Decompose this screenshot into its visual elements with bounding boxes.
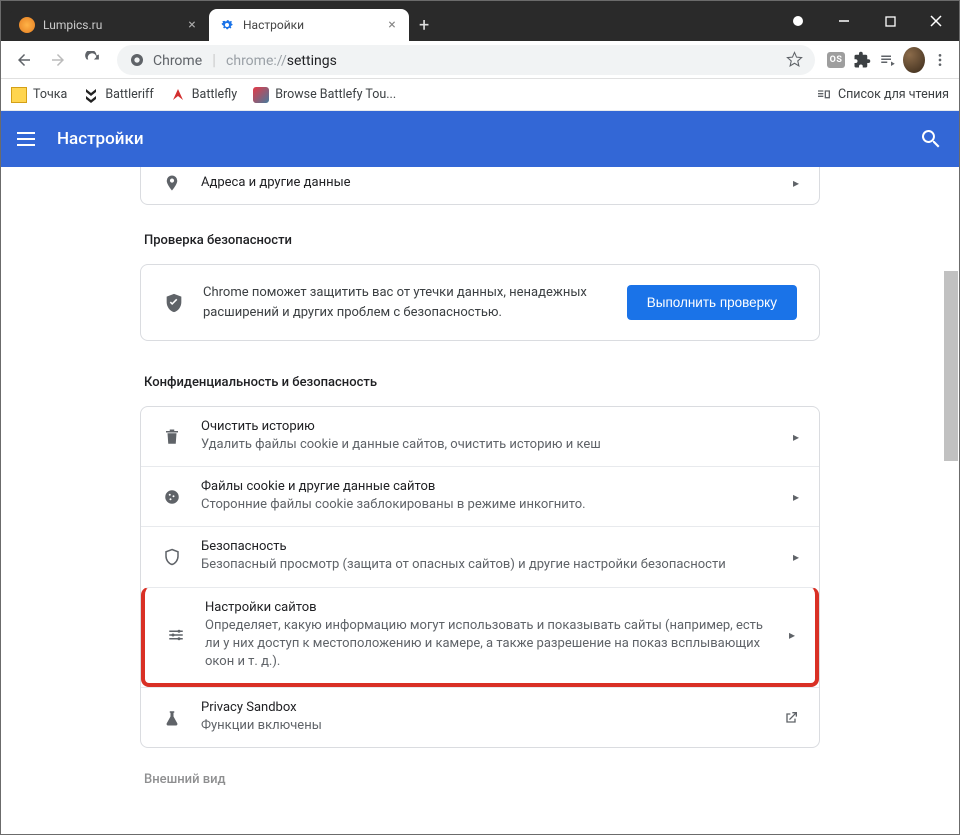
- row-addresses[interactable]: Адреса и другие данные ▸: [140, 167, 820, 205]
- close-icon[interactable]: ×: [385, 18, 399, 32]
- account-dot-icon[interactable]: [775, 1, 821, 41]
- bookmark-battleriff[interactable]: Battleriff: [83, 87, 153, 103]
- playlist-icon[interactable]: [877, 49, 899, 71]
- window-controls: [775, 1, 959, 41]
- titlebar: Lumpics.ru × Настройки × +: [1, 1, 959, 41]
- row-privacy-sandbox[interactable]: Privacy SandboxФункции включены: [141, 687, 819, 747]
- address-text: Chrome | chrome://settings: [153, 50, 337, 69]
- flask-icon: [161, 707, 183, 729]
- scroll-area[interactable]: Адреса и другие данные ▸ Проверка безопа…: [1, 167, 959, 834]
- tab-title: Lumpics.ru: [43, 18, 177, 32]
- chevron-right-icon: ▸: [793, 490, 799, 504]
- menu-icon[interactable]: [17, 127, 41, 151]
- content-area: Настройки Адреса и другие данные ▸ Прове…: [1, 111, 959, 834]
- reload-button[interactable]: [77, 45, 107, 75]
- security-icon: [161, 546, 183, 568]
- page-title: Настройки: [57, 129, 903, 149]
- bookmarks-bar: Точка Battleriff Battlefly Browse Battle…: [1, 79, 959, 111]
- maximize-button[interactable]: [867, 1, 913, 41]
- forward-button[interactable]: [43, 45, 73, 75]
- run-safety-check-button[interactable]: Выполнить проверку: [627, 285, 797, 320]
- menu-button[interactable]: [929, 49, 951, 71]
- row-clear-history[interactable]: Очистить историюУдалить файлы cookie и д…: [141, 407, 819, 466]
- tab-lumpics[interactable]: Lumpics.ru ×: [9, 9, 209, 41]
- section-safety-check: Проверка безопасности: [144, 233, 820, 248]
- chevron-right-icon: ▸: [793, 550, 799, 564]
- extensions-icon[interactable]: [851, 49, 873, 71]
- bookmark-tochka[interactable]: Точка: [11, 87, 67, 103]
- address-bar[interactable]: Chrome | chrome://settings: [117, 45, 815, 75]
- section-appearance: Внешний вид: [144, 772, 820, 787]
- tab-strip: Lumpics.ru × Настройки × +: [1, 1, 775, 41]
- location-icon: [161, 172, 183, 194]
- external-link-icon: [783, 710, 799, 726]
- new-tab-button[interactable]: +: [409, 9, 439, 41]
- bookmark-battlefy[interactable]: Browse Battlefy Tou...: [253, 87, 396, 103]
- tab-title: Настройки: [243, 18, 377, 32]
- chevron-right-icon: ▸: [789, 628, 795, 642]
- trash-icon: [161, 426, 183, 448]
- chevron-right-icon: ▸: [793, 176, 799, 190]
- bookmark-battlefly[interactable]: Battlefly: [170, 87, 237, 103]
- favicon-lumpics: [19, 17, 35, 33]
- shield-icon: [163, 292, 185, 314]
- row-security[interactable]: БезопасностьБезопасный просмотр (защита …: [141, 526, 819, 586]
- tab-settings[interactable]: Настройки ×: [209, 9, 409, 41]
- settings-header: Настройки: [1, 111, 959, 167]
- close-window-button[interactable]: [913, 1, 959, 41]
- privacy-card: Очистить историюУдалить файлы cookie и д…: [140, 406, 820, 748]
- reading-list-button[interactable]: Список для чтения: [816, 87, 949, 103]
- chevron-right-icon: ▸: [793, 430, 799, 444]
- row-cookies[interactable]: Файлы cookie и другие данные сайтовСторо…: [141, 466, 819, 526]
- toolbar: Chrome | chrome://settings OS: [1, 41, 959, 79]
- close-icon[interactable]: ×: [185, 18, 199, 32]
- section-privacy: Конфиденциальность и безопасность: [144, 375, 820, 390]
- profile-avatar[interactable]: [903, 49, 925, 71]
- chrome-icon: [129, 52, 145, 68]
- cookie-icon: [161, 486, 183, 508]
- safety-check-card: Chrome поможет защитить вас от утечки да…: [140, 264, 820, 341]
- minimize-button[interactable]: [821, 1, 867, 41]
- search-icon[interactable]: [919, 127, 943, 151]
- star-icon[interactable]: [786, 51, 803, 68]
- extension-lastfm-icon[interactable]: OS: [825, 49, 847, 71]
- favicon-settings: [219, 17, 235, 33]
- scrollbar-thumb[interactable]: [944, 271, 958, 461]
- tune-icon: [165, 624, 187, 646]
- row-site-settings[interactable]: Настройки сайтовОпределяет, какую информ…: [141, 587, 819, 688]
- back-button[interactable]: [9, 45, 39, 75]
